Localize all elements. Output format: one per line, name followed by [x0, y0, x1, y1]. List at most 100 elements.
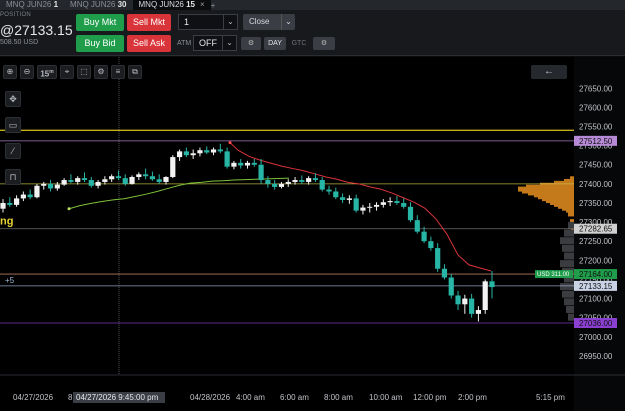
candle-body [380, 202, 386, 205]
candle-body [326, 189, 332, 192]
y-tick-label: 27400.00 [579, 180, 613, 189]
y-tick-label: 27600.00 [579, 103, 613, 112]
candle-body [441, 268, 448, 278]
candle-body [163, 176, 169, 182]
settings-icon[interactable]: ⚙ [94, 65, 108, 79]
zoom-out-icon[interactable]: ⊖ [20, 65, 34, 79]
candle-body [231, 162, 237, 167]
tab-mnq-1[interactable]: MNQ JUN26 1 [0, 0, 64, 10]
price-axis-marker-label: 27036.00 [579, 319, 613, 328]
candle-body [251, 162, 257, 165]
candle-body [149, 176, 156, 180]
candle-body [190, 153, 196, 156]
candle-body [367, 206, 373, 208]
candle-body [394, 201, 400, 203]
chevron-down-icon: ⌄ [281, 14, 295, 30]
marquee-icon[interactable]: ⬚ [77, 65, 91, 79]
candle-body [455, 295, 461, 305]
close-position-button[interactable]: Close ⌄ [243, 14, 295, 30]
properties-icon[interactable]: ≡ [111, 65, 125, 79]
trailing-stop-start-dot [228, 141, 232, 145]
buy-market-button[interactable]: Buy Mkt [76, 14, 124, 31]
candle-body [217, 149, 223, 152]
candle-body [414, 220, 420, 232]
volume-profile-gray-bar [564, 252, 574, 260]
candle-body [20, 194, 26, 199]
interval-button[interactable]: 15m [37, 65, 57, 79]
copy-icon[interactable]: ⧉ [128, 65, 142, 79]
draw-line-icon[interactable]: ⁄ [5, 143, 21, 159]
scroll-back-button[interactable]: ← [531, 65, 567, 79]
price-axis-marker-label: 27512.50 [579, 137, 613, 146]
x-tick-label: 4:00 am [236, 393, 265, 402]
candle-body [353, 198, 359, 211]
x-tick-label: 5:15 pm [536, 393, 565, 402]
candle-body [122, 178, 128, 184]
candle-body [109, 176, 115, 180]
candle-body [210, 149, 217, 153]
sell-ask-button[interactable]: Sell Ask [127, 35, 171, 52]
candle-body [448, 277, 454, 296]
chevron-down-icon: ⌄ [223, 15, 237, 29]
volume-profile-gray-bar [562, 244, 574, 252]
x-tick-label: 04/27/2026 [13, 393, 54, 402]
trading-window: MNQ JUN26 1 MNQ JUN26 30 MNQ JUN26 15 × +… [0, 0, 625, 411]
close-tab-icon[interactable]: × [200, 0, 205, 9]
candle-body [333, 191, 339, 198]
chevron-down-icon: ⌄ [222, 36, 236, 50]
move-icon[interactable]: ✥ [5, 91, 21, 107]
candle-body [428, 241, 434, 249]
buy-bid-button[interactable]: Buy Bid [76, 35, 124, 52]
candle-body [183, 151, 189, 156]
candle-body [0, 202, 6, 209]
tif-day-button[interactable]: DAY [264, 37, 286, 50]
select-icon[interactable]: ▭ [5, 117, 21, 133]
candle-body [136, 174, 142, 177]
position-label: POSITION [0, 12, 32, 18]
candle-body [95, 181, 101, 186]
crosshair-icon[interactable]: ⌖ [60, 65, 74, 79]
candle-body [129, 176, 135, 184]
position-price: @27133.15 [0, 22, 73, 38]
atm-settings-icon[interactable]: ⚙ [241, 37, 261, 50]
tif-gtc-button[interactable]: GTC [289, 37, 309, 50]
candle-body [292, 180, 298, 182]
sell-market-button[interactable]: Sell Mkt [127, 14, 171, 31]
price-axis-marker-label: 27133.15 [579, 282, 613, 291]
candle-body [339, 197, 346, 200]
candle-body [360, 207, 366, 211]
position-pnl: 508.50 USD [0, 39, 39, 46]
x-tick-label: 10:00 am [369, 393, 403, 402]
atm-value: OFF [199, 38, 217, 48]
volume-profile-gray-bar [566, 306, 574, 314]
chart-canvas[interactable]: 27650.0027600.0027550.0027500.0027450.00… [0, 57, 625, 411]
candle-body [387, 201, 393, 203]
add-tab-icon[interactable]: + [211, 1, 216, 10]
tab-mnq-15[interactable]: MNQ JUN26 15 × [132, 0, 211, 10]
volume-profile-gray-bar [568, 313, 574, 321]
candle-body [319, 180, 325, 190]
vwap-start-dot [67, 207, 71, 211]
candle-body [41, 183, 47, 186]
candle-body [197, 150, 203, 154]
y-tick-label: 27650.00 [579, 84, 613, 93]
trailing-stop-line [229, 142, 492, 272]
atm-select[interactable]: OFF ⌄ [193, 35, 237, 51]
zoom-in-icon[interactable]: ⊕ [3, 65, 17, 79]
order-settings-icon[interactable]: ⚙ [313, 37, 335, 50]
quantity-select[interactable]: 1 ⌄ [178, 14, 238, 30]
candle-body [54, 184, 60, 189]
x-tick-label: 12:00 pm [413, 393, 447, 402]
y-tick-label: 27550.00 [579, 123, 613, 132]
candle-body [143, 174, 149, 177]
volume-profile-gray-bar [568, 221, 574, 229]
candle-body [176, 151, 183, 158]
candle-body [88, 180, 94, 186]
lock-icon[interactable]: ⊓ [5, 169, 21, 185]
candle-body [475, 310, 482, 314]
y-tick-label: 26950.00 [579, 352, 613, 361]
candle-body [244, 162, 251, 166]
volume-profile-gray-bar [560, 283, 574, 291]
tab-mnq-30[interactable]: MNQ JUN26 30 [64, 0, 132, 10]
price-chart[interactable]: 27650.00 27600.00 27550.00 27500.00 27450.00… [0, 57, 625, 411]
